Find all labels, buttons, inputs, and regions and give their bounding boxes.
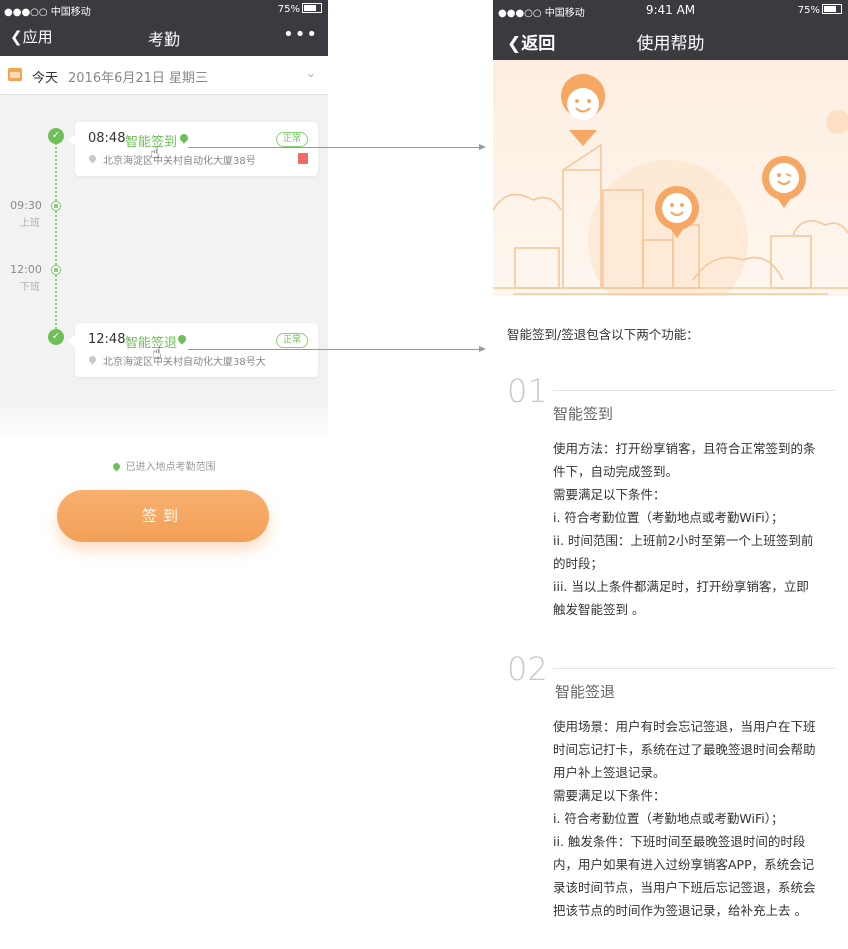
body-line: ii. 触发条件：下班时间至最晚签退时间的时段: [553, 834, 806, 849]
section-body: 使用场景：用户有时会忘记签退，当用户在下班 时间忘记打卡，系统在过了最晚签退时间…: [553, 715, 835, 922]
hand-pointer-icon: ☝: [152, 343, 162, 362]
city-illustration-svg: [493, 74, 848, 320]
status-bar: ●●●○○ 中国移动 9:41 AM 75%: [493, 0, 848, 20]
annotation-arrow: [188, 144, 486, 150]
chevron-down-icon: ⌄: [305, 66, 316, 80]
record-address: 北京海淀区中关村自动化大厦38号大: [103, 357, 266, 368]
body-line: i. 符合考勤位置（考勤地点或考勤WiFi）；: [553, 811, 784, 826]
timeline-label: 上班: [20, 218, 40, 229]
body-line: ii. 时间范围：上班前2小时至第一个上班签到前: [553, 533, 814, 548]
intro-text: 智能签到/签退包含以下两个功能：: [507, 327, 699, 342]
signin-button[interactable]: 签到: [57, 490, 269, 542]
location-pin-icon: [111, 461, 121, 472]
range-tip-text: 已进入地点考勤范围: [125, 462, 216, 473]
battery-icon: [302, 3, 322, 13]
record-time: 08:48: [88, 131, 126, 146]
section-title: 智能签到: [553, 405, 614, 423]
smiley-pin-icon: [561, 74, 606, 146]
more-button[interactable]: •••: [283, 24, 318, 45]
body-line: 件下，自动完成签到。: [553, 464, 679, 479]
check-icon: ✓: [48, 329, 64, 345]
record-time: 12:48: [88, 332, 126, 347]
location-icon: [87, 354, 98, 365]
location-pin-icon: [178, 132, 190, 144]
timeline-label: 下班: [20, 282, 40, 293]
checkout-card[interactable]: 12:48 智能签退 正常 北京海淀区中关村自动化大厦38号大: [69, 323, 318, 377]
annotation-arrow: [188, 346, 486, 352]
help-screen: ●●●○○ 中国移动 9:41 AM 75% ❮返回 使用帮助 智能签到/签退包…: [493, 0, 848, 949]
body-line: 需要满足以下条件：: [553, 788, 666, 803]
page-title: 使用帮助: [636, 34, 705, 54]
timeline-time: 12:00: [10, 263, 42, 276]
battery-indicator: 75%: [798, 4, 842, 16]
smiley-pin-icon: [762, 156, 806, 208]
timeline-line: [55, 136, 57, 336]
record-action: 智能签退: [125, 336, 178, 351]
attendance-screen: ●●●○○ 中国移动 75% ❮应用 考勤 ••• 今天 2016年6月21日 …: [0, 0, 328, 586]
record-address: 北京海淀区中关村自动化大厦38号: [103, 156, 256, 167]
battery-percent: 75%: [797, 5, 820, 16]
section-title: 智能签退: [555, 683, 616, 701]
calendar-icon: [8, 68, 22, 81]
section-number: 02: [507, 650, 548, 688]
timeline-node: [51, 265, 61, 275]
location-icon: [87, 153, 98, 164]
battery-percent: 75%: [277, 4, 300, 15]
battery-indicator: 75%: [278, 3, 322, 15]
section-body: 使用方法：打开纷享销客，且符合正常签到的条 件下，自动完成签到。 需要满足以下条…: [553, 437, 835, 621]
body-line: 需要满足以下条件：: [553, 487, 666, 502]
timeline-time: 09:30: [10, 199, 42, 212]
body-line: 触发智能签到 。: [553, 602, 645, 617]
body-line: 录该时间节点，当用户下班后忘记签退，系统会: [553, 880, 816, 895]
check-icon: ✓: [48, 128, 64, 144]
status-time: 9:41 AM: [645, 3, 696, 17]
carrier-label: ●●●○○ 中国移动: [4, 7, 91, 18]
body-line: 的时段；: [553, 556, 604, 571]
status-badge: 正常: [275, 333, 308, 348]
nav-bar: ❮应用 考勤 •••: [0, 18, 328, 56]
date-selector[interactable]: 今天 2016年6月21日 星期三 ⌄: [0, 56, 328, 95]
hand-pointer-icon: ☝: [150, 143, 160, 162]
battery-icon: [822, 4, 842, 14]
body-line: iii. 当以上条件都满足时，打开纷享销客，立即: [553, 579, 809, 594]
date-label: 2016年6月21日 星期三: [68, 71, 209, 86]
body-line: 时间忘记打卡，系统在过了最晚签退时间会帮助: [553, 742, 816, 757]
city-illustration: [493, 60, 848, 320]
body-line: 把该节点的时间作为签退记录，给补充上去 。: [553, 903, 807, 918]
today-label: 今天: [32, 71, 59, 86]
body-line: 使用场景：用户有时会忘记签退，当用户在下班: [553, 719, 816, 734]
body-line: 用户补上签退记录。: [553, 765, 666, 780]
status-bar: ●●●○○ 中国移动 75%: [0, 0, 328, 18]
page-title: 考勤: [147, 30, 180, 49]
section-divider: [553, 668, 835, 669]
fade-divider: [0, 400, 328, 440]
note-icon[interactable]: [298, 153, 308, 164]
range-tip: 已进入地点考勤范围: [0, 458, 328, 473]
body-line: i. 符合考勤位置（考勤地点或考勤WiFi）；: [553, 510, 784, 525]
checkin-card[interactable]: 08:48 智能签到 正常 北京海淀区中关村自动化大厦38号: [69, 122, 318, 176]
nav-bar: ❮返回 使用帮助: [493, 20, 848, 60]
body-line: 内，用户如果有进入过纷享销客APP，系统会记: [553, 857, 815, 872]
body-line: 使用方法：打开纷享销客，且符合正常签到的条: [553, 441, 816, 456]
status-badge: 正常: [275, 132, 308, 147]
section-divider: [553, 390, 835, 391]
location-pin-icon: [176, 333, 188, 345]
timeline-node: [51, 201, 61, 211]
section-number: 01: [507, 372, 548, 410]
